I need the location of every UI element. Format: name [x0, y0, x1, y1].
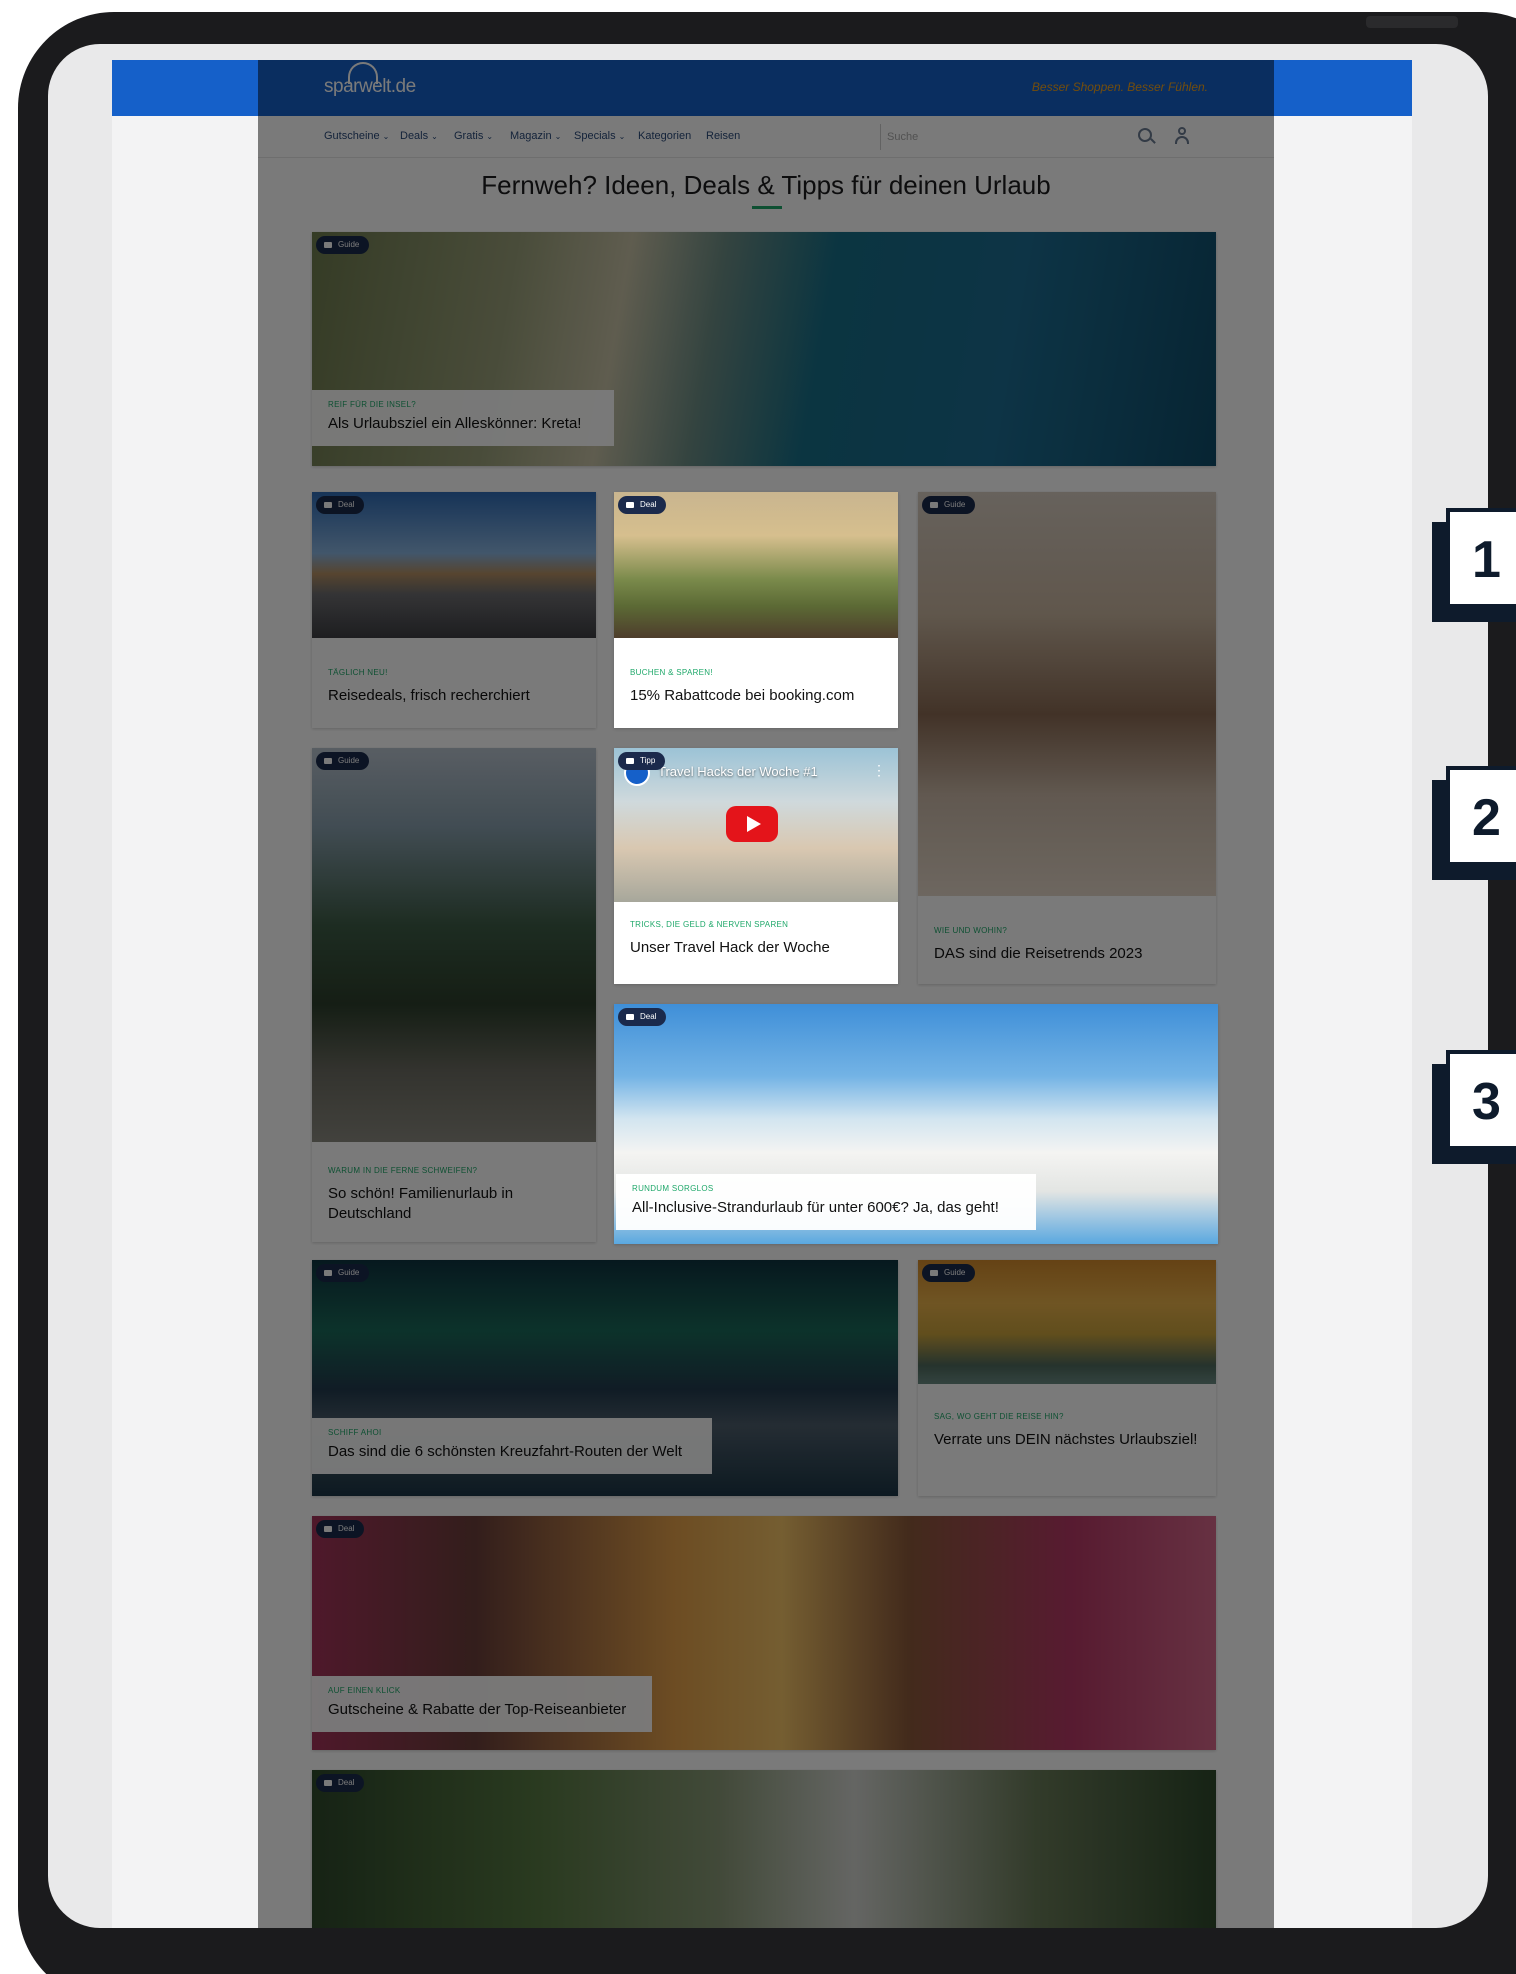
card-tag: AUF EINEN KLICK — [328, 1686, 401, 1695]
card-title: DAS sind die Reisetrends 2023 — [934, 945, 1143, 962]
nav-item-deals[interactable]: Deals ⌄ — [400, 130, 438, 142]
card-gutscheine[interactable]: Deal AUF EINEN KLICK Gutscheine & Rabatt… — [312, 1516, 1216, 1750]
card-tag: WARUM IN DIE FERNE SCHWEIFEN? — [328, 1166, 478, 1175]
nav-item-magazin[interactable]: Magazin ⌄ — [510, 130, 561, 142]
step-callout-2: 2 — [1446, 766, 1516, 866]
step-number: 3 — [1472, 1073, 1501, 1131]
card-title: So schön! Familienurlaub in Deutschland — [328, 1185, 514, 1222]
card-tag: REIF FÜR DIE INSEL? — [328, 400, 416, 409]
card-travel-hack[interactable]: Travel Hacks der Woche #1 ⋮ Tipp TRICKS,… — [614, 748, 898, 984]
card-tag: BUCHEN & SPAREN! — [630, 668, 713, 677]
card-glamping[interactable]: Deal — [312, 1770, 1216, 1928]
site-header: sparwelt.de Besser Shoppen. Besser Fühle… — [258, 60, 1274, 116]
site-slogan: Besser Shoppen. Besser Fühlen. — [1031, 80, 1208, 94]
nav-label: Gratis — [454, 130, 484, 142]
chevron-down-icon: ⌄ — [431, 132, 438, 141]
step-number: 1 — [1472, 531, 1501, 589]
card-title: Als Urlaubsziel ein Alleskönner: Kreta! — [328, 415, 582, 432]
site-logo[interactable]: sparwelt.de — [324, 62, 416, 98]
step-callout-3: 3 — [1446, 1050, 1516, 1150]
card-image — [312, 748, 596, 1142]
page-title: Fernweh? Ideen, Deals & Tipps für deinen… — [481, 170, 1051, 200]
card-title: 15% Rabattcode bei booking.com — [630, 687, 855, 704]
card-tag: SAG, WO GEHT DIE REISE HIN? — [934, 1412, 1064, 1421]
tipp-badge: Tipp — [618, 752, 666, 770]
nav-label: Deals — [400, 130, 429, 142]
card-reisedeals[interactable]: Deal TÄGLICH NEU! Reisedeals, frisch rec… — [312, 492, 596, 728]
nav-label: Reisen — [706, 130, 741, 142]
nav-item-gutscheine[interactable]: Gutscheine ⌄ — [324, 130, 389, 142]
tablet-screen: sparwelt.de Besser Shoppen. Besser Fühle… — [48, 44, 1488, 1928]
screenshot-stage: sparwelt.de Besser Shoppen. Besser Fühle… — [0, 0, 1516, 1974]
chevron-down-icon: ⌄ — [382, 132, 390, 141]
card-title: Reisedeals, frisch recherchiert — [328, 687, 530, 704]
step-number: 2 — [1472, 789, 1501, 847]
guide-badge: Guide — [922, 1264, 976, 1282]
card-reisetrends[interactable]: Guide WIE UND WOHIN? DAS sind die Reiset… — [918, 492, 1216, 984]
nav-label: Gutscheine — [324, 130, 380, 142]
card-caption: REIF FÜR DIE INSEL? Als Urlaubsziel ein … — [312, 390, 614, 446]
more-vert-icon[interactable]: ⋮ — [872, 762, 886, 779]
nav-item-reisen[interactable]: Reisen — [706, 130, 740, 142]
youtube-video-player[interactable]: Travel Hacks der Woche #1 ⋮ — [614, 748, 898, 902]
card-title: Gutscheine & Rabatte der Top-Reiseanbiet… — [328, 1701, 627, 1718]
title-underline — [752, 206, 782, 209]
card-urlaubsziel[interactable]: Guide SAG, WO GEHT DIE REISE HIN? Verrat… — [918, 1260, 1216, 1496]
card-all-inclusive[interactable]: Deal RUNDUM SORGLOS All-Inclusive-Strand… — [614, 1004, 1218, 1244]
deal-badge: Deal — [316, 496, 365, 514]
logo-arc-icon — [348, 62, 378, 84]
card-caption: SCHIFF AHOI Das sind die 6 schönsten Kre… — [312, 1418, 712, 1474]
nav-label: Kategorien — [638, 130, 692, 142]
video-title[interactable]: Travel Hacks der Woche #1 — [658, 764, 818, 779]
chevron-down-icon: ⌄ — [486, 132, 494, 141]
web-page: sparwelt.de Besser Shoppen. Besser Fühle… — [258, 60, 1274, 1928]
user-icon[interactable] — [1174, 127, 1190, 145]
card-image — [918, 492, 1216, 896]
card-tag: TRICKS, DIE GELD & NERVEN SPAREN — [630, 920, 789, 929]
search-icon[interactable] — [1138, 128, 1152, 142]
card-title: All-Inclusive-Strandurlaub für unter 600… — [632, 1199, 999, 1216]
tablet-power-button — [1366, 16, 1458, 28]
card-title: Verrate uns DEIN nächstes Urlaubsziel! — [934, 1431, 1198, 1448]
card-booking[interactable]: Deal BUCHEN & SPAREN! 15% Rabattcode bei… — [614, 492, 898, 728]
card-tag: TÄGLICH NEU! — [328, 668, 388, 677]
card-tag: SCHIFF AHOI — [328, 1428, 382, 1437]
nav-item-specials[interactable]: Specials ⌄ — [574, 130, 625, 142]
card-tag: WIE UND WOHIN? — [934, 926, 1008, 935]
guide-badge: Guide — [922, 496, 976, 514]
nav-label: Specials — [574, 130, 616, 142]
card-tag: RUNDUM SORGLOS — [632, 1184, 714, 1193]
card-title: Unser Travel Hack der Woche — [630, 939, 830, 956]
card-caption: AUF EINEN KLICK Gutscheine & Rabatte der… — [312, 1676, 652, 1732]
card-caption: RUNDUM SORGLOS All-Inclusive-Strandurlau… — [616, 1174, 1036, 1230]
guide-badge: Guide — [316, 752, 370, 770]
nav-label: Magazin — [510, 130, 552, 142]
deal-badge: Deal — [618, 496, 667, 514]
guide-badge: Guide — [316, 236, 370, 254]
card-image — [312, 1770, 1216, 1928]
main-navigation: Gutscheine ⌄ Deals ⌄ Gratis ⌄ Magazin ⌄ Spec… — [258, 116, 1274, 158]
chevron-down-icon: ⌄ — [554, 132, 562, 141]
deal-badge: Deal — [316, 1520, 365, 1538]
deal-badge: Deal — [618, 1008, 667, 1026]
nav-item-kategorien[interactable]: Kategorien — [638, 130, 691, 142]
guide-badge: Guide — [316, 1264, 370, 1282]
deal-badge: Deal — [316, 1774, 365, 1792]
chevron-down-icon: ⌄ — [618, 132, 626, 141]
card-kreta[interactable]: Guide REIF FÜR DIE INSEL? Als Urlaubszie… — [312, 232, 1216, 466]
card-familienurlaub[interactable]: Guide WARUM IN DIE FERNE SCHWEIFEN? So s… — [312, 748, 596, 1242]
step-callout-1: 1 — [1446, 508, 1516, 608]
card-kreuzfahrt[interactable]: Guide SCHIFF AHOI Das sind die 6 schönst… — [312, 1260, 898, 1496]
play-button-icon[interactable] — [726, 806, 778, 842]
card-title: Das sind die 6 schönsten Kreuzfahrt-Rout… — [328, 1443, 683, 1460]
search-input[interactable]: Suche — [880, 124, 1050, 150]
nav-item-gratis[interactable]: Gratis ⌄ — [454, 130, 493, 142]
